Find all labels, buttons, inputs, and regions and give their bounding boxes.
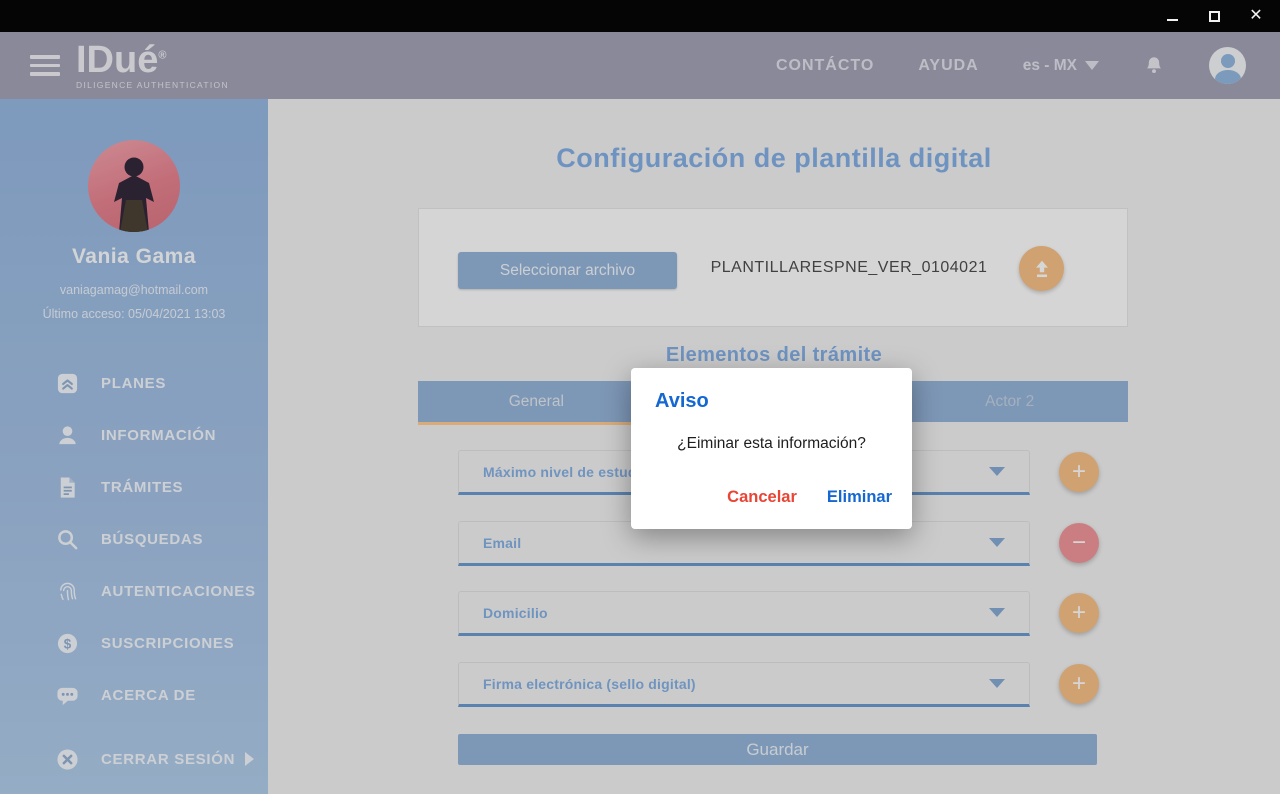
nav-contact-link[interactable]: CONTÁCTO [776,57,874,75]
add-field-button-1[interactable]: + [1059,452,1099,492]
sidebar-item-informacion[interactable]: INFORMACIÓN [0,409,268,461]
confirm-delete-button[interactable]: Eliminar [827,488,892,507]
chat-icon [56,684,79,707]
dialog-title: Aviso [655,390,709,413]
field-select-domicilio[interactable]: Domicilio [458,591,1030,636]
section-title: Elementos del trámite [268,344,1280,367]
select-caret-icon [989,538,1005,547]
language-selector[interactable]: es - MX [1023,57,1099,75]
field-select-firma[interactable]: Firma electrónica (sello digital) [458,662,1030,707]
window-titlebar: ✕ [0,0,1280,32]
app-logo: IDué® DILIGENCE AUTHENTICATION [76,41,229,90]
save-button[interactable]: Guardar [458,734,1097,765]
profile-name: Vania Gama [0,245,268,269]
menu-hamburger-icon[interactable] [30,55,60,76]
active-tab-underline [418,422,655,425]
select-file-button[interactable]: Seleccionar archivo [458,252,677,289]
logout-button[interactable]: CERRAR SESIÓN [0,739,268,779]
maximize-icon[interactable] [1206,8,1222,24]
sidebar-item-suscripciones[interactable]: $ SUSCRIPCIONES [0,617,268,669]
header-nav: CONTÁCTO AYUDA es - MX [776,47,1280,84]
select-caret-icon [989,679,1005,688]
confirm-dialog: Aviso ¿Eiminar esta información? Cancela… [631,368,912,529]
registered-mark: ® [158,50,166,62]
cancel-button[interactable]: Cancelar [727,488,797,507]
sidebar-item-planes[interactable]: PLANES [0,357,268,409]
page-title: Configuración de plantilla digital [268,143,1280,174]
dialog-message: ¿Eiminar esta información? [631,435,912,453]
add-field-button-3[interactable]: + [1059,664,1099,704]
remove-field-button[interactable]: − [1059,523,1099,563]
sidebar-item-busquedas[interactable]: BÚSQUEDAS [0,513,268,565]
dollar-icon: $ [56,632,79,655]
select-caret-icon [989,608,1005,617]
profile-email: vaniagamag@hotmail.com [0,283,268,297]
dialog-actions: Cancelar Eliminar [727,488,892,507]
arrow-right-icon [245,752,254,766]
tab-actor-2[interactable]: Actor 2 [891,381,1128,422]
upload-icon [1031,258,1053,280]
logout-x-icon [56,748,79,771]
sidebar-item-autenticaciones[interactable]: AUTENTICACIONES [0,565,268,617]
notifications-bell-icon[interactable] [1143,54,1165,78]
language-value: es - MX [1023,57,1077,75]
sidebar-item-tramites[interactable]: TRÁMITES [0,461,268,513]
search-icon [56,528,79,551]
logo-subtitle: DILIGENCE AUTHENTICATION [76,81,229,90]
document-icon [56,476,79,499]
logout-label: CERRAR SESIÓN [101,751,235,768]
selected-filename: PLANTILLARESPNE_VER_0104021 [699,259,999,277]
profile-last-access: Último acceso: 05/04/2021 13:03 [0,307,268,321]
sidebar-item-acerca-de[interactable]: ACERCA DE [0,669,268,721]
user-icon [56,424,79,447]
minimize-icon[interactable] [1164,8,1180,24]
profile-photo [88,140,180,232]
close-icon[interactable]: ✕ [1248,8,1264,24]
fingerprint-icon [56,580,79,603]
select-caret-icon [989,467,1005,476]
add-field-button-2[interactable]: + [1059,593,1099,633]
chevron-down-icon [1085,61,1099,70]
logo-title: IDué [76,39,158,81]
sidebar: Vania Gama vaniagamag@hotmail.com Último… [0,99,268,794]
file-picker-card: Seleccionar archivo PLANTILLARESPNE_VER_… [418,208,1128,327]
svg-text:$: $ [64,636,72,651]
tab-general[interactable]: General [418,381,655,422]
upload-button[interactable] [1019,246,1064,291]
user-avatar[interactable] [1209,47,1246,84]
plans-icon [56,372,79,395]
app-header: IDué® DILIGENCE AUTHENTICATION CONTÁCTO … [0,32,1280,99]
nav-help-link[interactable]: AYUDA [918,57,978,75]
sidebar-menu: PLANES INFORMACIÓN TRÁMITES BÚSQUEDAS AU… [0,357,268,721]
